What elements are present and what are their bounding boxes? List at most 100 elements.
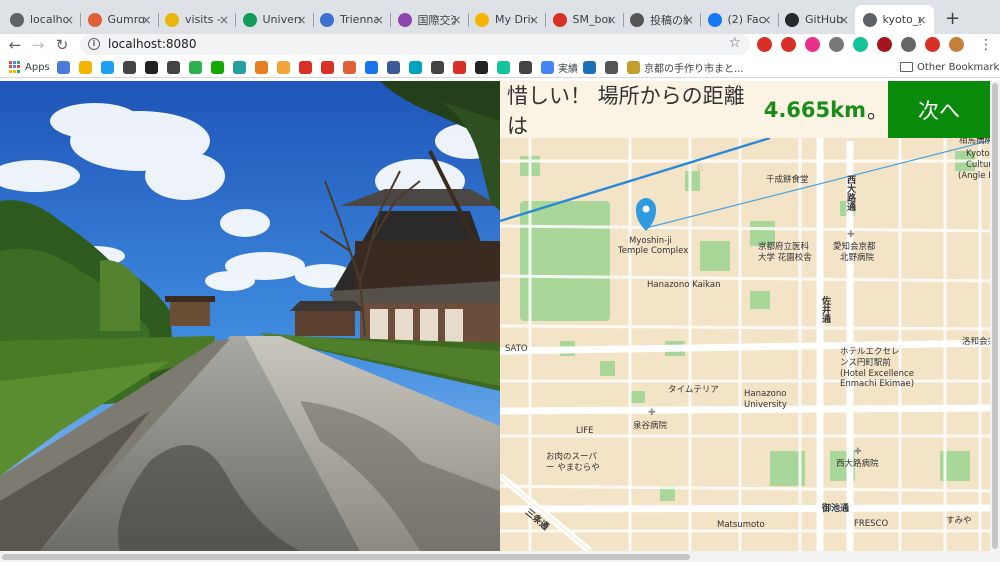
tab-label: visits - <box>185 13 221 26</box>
horizontal-scrollbar-thumb[interactable] <box>2 554 690 560</box>
globe-icon <box>365 60 378 74</box>
tab-6[interactable]: My Driv × <box>467 5 546 34</box>
tab-0[interactable]: localho × <box>2 5 81 34</box>
bookmark-item[interactable] <box>211 60 224 74</box>
close-tab-icon[interactable]: × <box>606 13 616 27</box>
tab-2[interactable]: visits - × <box>157 5 236 34</box>
map-label: 御池通 <box>821 502 849 514</box>
bookmark-item[interactable] <box>57 60 70 74</box>
abp-icon[interactable] <box>781 37 796 52</box>
tab-4[interactable]: Trienna × <box>312 5 391 34</box>
map-panel[interactable]: ♘ ✚ ✚ ✚ Kagari千成餅食堂西大路通Myoshin-jiTemple … <box>500 81 1000 551</box>
map-label: ホテルエクセレ <box>840 347 900 357</box>
close-tab-icon[interactable]: × <box>296 13 306 27</box>
bookmark-item[interactable] <box>101 60 114 74</box>
site-info-icon[interactable]: i <box>88 38 100 50</box>
bookmark-item[interactable] <box>277 60 290 74</box>
new-tab-button[interactable]: + <box>945 8 960 29</box>
globe-icon <box>431 60 444 74</box>
menu-icon[interactable]: ⋮ <box>977 36 995 54</box>
app-icon <box>397 12 412 27</box>
ublock-icon[interactable] <box>877 37 892 52</box>
bookmark-item[interactable] <box>343 60 356 74</box>
bookmark-item[interactable] <box>605 60 618 74</box>
bookmark-item[interactable] <box>189 60 202 74</box>
svg-text:✚: ✚ <box>854 447 862 457</box>
bookmark-item[interactable] <box>497 60 510 74</box>
camera-icon[interactable] <box>829 37 844 52</box>
globe-icon <box>123 60 136 74</box>
tab-8[interactable]: 投稿の編× <box>622 5 701 34</box>
close-tab-icon[interactable]: × <box>451 13 461 27</box>
map-canvas[interactable]: ♘ ✚ ✚ ✚ Kagari千成餅食堂西大路通Myoshin-jiTemple … <box>500 81 1000 551</box>
close-tab-icon[interactable]: × <box>374 13 384 27</box>
app-icon <box>409 60 422 74</box>
reload-icon[interactable]: ↻ <box>53 36 71 54</box>
other-bookmarks[interactable]: Other Bookmarks <box>900 60 1000 74</box>
bookmark-item[interactable] <box>167 60 180 74</box>
bookmark-star-icon[interactable]: ☆ <box>728 35 741 51</box>
tab-label: GitHub <box>805 13 843 26</box>
horizontal-scrollbar[interactable] <box>0 551 1000 562</box>
tab-label: 投稿の編 <box>650 13 688 27</box>
bookmark-item[interactable] <box>475 60 488 74</box>
tab-3[interactable]: Univers × <box>235 5 314 34</box>
avatar-icon[interactable] <box>949 37 964 52</box>
map-label: SATO <box>505 344 528 354</box>
next-button[interactable]: 次へ <box>888 81 990 138</box>
bookmark-item[interactable] <box>233 60 246 74</box>
back-icon[interactable]: ← <box>6 36 24 54</box>
bookmark-item[interactable]: 実績 <box>541 60 578 75</box>
url-text[interactable]: localhost:8080 <box>108 37 196 51</box>
tab-11[interactable]: kyoto_g× <box>854 5 934 34</box>
bookmark-item[interactable] <box>431 60 444 74</box>
globe-icon <box>320 12 334 27</box>
close-tab-icon[interactable]: × <box>839 13 849 27</box>
address-bar[interactable]: i localhost:8080 ☆ <box>80 34 750 55</box>
app-icon[interactable] <box>805 37 820 52</box>
bookmark-item[interactable]: Apps <box>9 60 50 74</box>
forward-icon[interactable]: → <box>29 36 47 54</box>
close-tab-icon[interactable]: × <box>761 13 771 27</box>
tab-10[interactable]: GitHub × <box>777 5 856 34</box>
vertical-scrollbar[interactable] <box>990 81 1000 551</box>
tab-9[interactable]: (2) Face× <box>700 5 779 34</box>
bookmark-item[interactable] <box>453 60 466 74</box>
grammarly-icon[interactable] <box>853 37 868 52</box>
close-tab-icon[interactable]: × <box>64 13 74 27</box>
close-tab-icon[interactable]: × <box>141 13 151 27</box>
bookmark-item[interactable] <box>583 60 596 74</box>
close-tab-icon[interactable]: × <box>684 13 694 27</box>
map-label: 大学 花園校舎 <box>758 252 812 263</box>
vertical-scrollbar-thumb[interactable] <box>992 83 998 549</box>
tab-1[interactable]: Gumroa× <box>80 5 159 34</box>
bookmark-item[interactable] <box>409 60 422 74</box>
tab-7[interactable]: SM_boo× <box>545 5 624 34</box>
bookmark-item[interactable] <box>255 60 268 74</box>
map-label: Myoshin-ji <box>629 236 672 246</box>
translate-icon <box>57 60 70 74</box>
app-icon[interactable] <box>925 37 940 52</box>
bookmark-item[interactable] <box>79 60 92 74</box>
close-tab-icon[interactable]: × <box>219 13 229 27</box>
tab-5[interactable]: 国際交流× <box>390 5 469 34</box>
bookmark-item[interactable]: 京都の手作り市まと... <box>627 60 744 75</box>
sheets-icon <box>242 12 257 27</box>
svg-text:♘: ♘ <box>696 164 704 174</box>
map-label: University <box>744 400 787 410</box>
vivaldi-icon[interactable] <box>757 37 772 52</box>
bookmark-item[interactable] <box>321 60 334 74</box>
close-tab-icon[interactable]: × <box>916 13 926 27</box>
bookmark-item[interactable] <box>145 60 158 74</box>
bookmark-item[interactable] <box>299 60 312 74</box>
street-view-panorama[interactable] <box>0 81 500 551</box>
close-tab-icon[interactable]: × <box>529 13 539 27</box>
facebook-icon[interactable] <box>901 37 916 52</box>
bookmark-item[interactable] <box>123 60 136 74</box>
map-label: タイムテリア <box>668 385 719 395</box>
chat-icon <box>165 12 179 27</box>
globe-icon <box>10 12 24 27</box>
bookmark-item[interactable] <box>519 60 532 74</box>
bookmark-item[interactable] <box>387 60 400 74</box>
bookmark-item[interactable] <box>365 60 378 74</box>
